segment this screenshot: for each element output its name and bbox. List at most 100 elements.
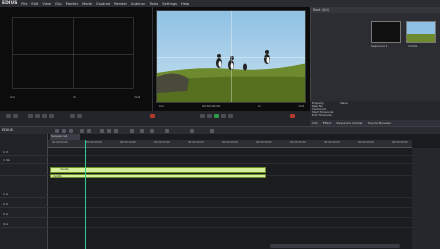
timeline-side-panel	[412, 148, 440, 249]
ruler-tick-label: 00:00:50;00	[392, 141, 408, 144]
snap-icon[interactable]	[190, 129, 194, 133]
recorder-out-label: Out	[298, 104, 304, 108]
render-button[interactable]	[290, 114, 295, 118]
track-label: 1 VA	[3, 157, 10, 162]
bin-title: Root (0/1)	[313, 8, 330, 12]
menu-edit[interactable]: Edit	[31, 2, 38, 6]
track-lane[interactable]	[48, 156, 412, 164]
ripple-icon[interactable]	[130, 129, 134, 133]
track-header[interactable]: 1 V	[0, 148, 48, 156]
recorder-cur-label: Cur	[159, 104, 165, 108]
timeline-horizontal-scrollbar[interactable]	[270, 244, 400, 248]
menu-capture[interactable]: Capture	[96, 2, 110, 6]
split-icon[interactable]	[150, 129, 154, 133]
track-header[interactable]: 1 A	[0, 190, 48, 198]
ruler-tick-label: 00:00:45;00	[358, 141, 374, 144]
play-button[interactable]	[214, 114, 219, 118]
copy-icon[interactable]	[107, 129, 111, 133]
recorder-timecodes: Cur 00:00:00;00 In Out	[159, 104, 304, 108]
menu-bar: EDIUS File Edit View Clip Marker Mode Ca…	[0, 0, 440, 7]
marker-icon[interactable]	[165, 129, 169, 133]
track-lane[interactable]	[48, 190, 412, 198]
player-out-label: Out	[134, 95, 140, 99]
menu-clip[interactable]: Clip	[55, 2, 62, 6]
set-out-button[interactable]	[13, 114, 18, 118]
track-label: 2 A	[3, 201, 8, 206]
menu-mode[interactable]: Mode	[82, 2, 92, 6]
stop-button[interactable]	[200, 114, 205, 118]
rewind-button[interactable]	[35, 114, 40, 118]
ruler-tick-label: 00:00:00;00	[52, 141, 68, 144]
open-icon[interactable]	[62, 129, 66, 133]
timeline-track-area[interactable]: mov0s mov0s	[48, 148, 412, 249]
ruler-tick-label: 00:00:25;00	[222, 141, 238, 144]
undo-icon[interactable]	[80, 129, 84, 133]
track-header[interactable]: 4 A	[0, 220, 48, 228]
bin-clip-thumbnail[interactable]	[406, 21, 436, 43]
track-header[interactable]: 1 VA	[0, 156, 48, 164]
bin-window: Root (0/1) Sequence 1 mov0s	[310, 7, 440, 101]
ruler-tick-label: 00:00:10;00	[120, 141, 136, 144]
prop-row: End Timecode	[310, 113, 440, 117]
set-in-button[interactable]	[6, 114, 11, 118]
razor-icon[interactable]	[140, 129, 144, 133]
zoom-icon[interactable]	[210, 129, 214, 133]
menu-file[interactable]: File	[21, 2, 27, 6]
track-lane[interactable]	[48, 148, 412, 156]
bin-clip-label: mov0s	[408, 44, 418, 48]
clip-name: mov0s	[60, 168, 69, 171]
track-headers: 1 V 1 VA 1 A 2 A 3 A 4 A	[0, 134, 48, 249]
save-icon[interactable]	[69, 129, 73, 133]
playback-controls	[0, 111, 310, 126]
tab-source-browser[interactable]: Source Browser	[368, 121, 391, 125]
menu-marker[interactable]: Marker	[66, 2, 78, 6]
paste-icon[interactable]	[114, 129, 118, 133]
tab-effect[interactable]: Effect	[323, 121, 332, 125]
timeline-toolbar: EDIUS	[0, 126, 440, 134]
timeline-clip-video[interactable]: mov0s	[50, 167, 266, 173]
redo-icon[interactable]	[87, 129, 91, 133]
track-header[interactable]: 3 A	[0, 210, 48, 218]
track-lane[interactable]	[48, 220, 412, 228]
timeline-ruler[interactable]: 00:00:00;00 00:00:05;00 00:00:10;00 00:00:1…	[48, 140, 412, 148]
stop-button[interactable]	[28, 114, 33, 118]
recorder-in-label: In	[258, 104, 261, 108]
prop-value: Value	[340, 100, 348, 105]
menu-help[interactable]: Help	[181, 2, 189, 6]
player-cur-label: Cur	[10, 95, 16, 99]
menu-render[interactable]: Render	[114, 2, 127, 6]
insert-button[interactable]	[70, 114, 75, 118]
timeline-playhead[interactable]	[85, 140, 86, 249]
bin-clip-thumbnail[interactable]	[371, 21, 401, 43]
recorder-monitor: Cur 00:00:00;00 In Out	[153, 7, 310, 111]
app-logo: EDIUS	[2, 1, 18, 6]
timeline-clip-audio[interactable]: mov0s	[50, 174, 266, 178]
tab-sequence-marker[interactable]: Sequence marker	[336, 121, 362, 125]
menu-view[interactable]: View	[42, 2, 51, 6]
step-back-button[interactable]	[207, 114, 212, 118]
track-lane[interactable]	[48, 200, 412, 208]
play-button[interactable]	[42, 114, 47, 118]
fast-forward-button[interactable]	[49, 114, 54, 118]
loop-button[interactable]	[228, 114, 233, 118]
record-marker-button[interactable]	[150, 114, 155, 118]
guide-line	[73, 18, 74, 88]
bin-clip-label: Sequence 1	[371, 44, 388, 48]
ruler-tick-label: 00:00:05;00	[86, 141, 102, 144]
overwrite-button[interactable]	[77, 114, 82, 118]
ruler-tick-label: 00:00:30;00	[256, 141, 272, 144]
new-sequence-icon[interactable]	[55, 129, 59, 133]
menu-autorun[interactable]: Autorun	[131, 2, 145, 6]
menu-tools[interactable]: Tools	[149, 2, 158, 6]
tab-info[interactable]: Info	[312, 121, 318, 125]
cut-icon[interactable]	[100, 129, 104, 133]
clip-name: mov0s	[53, 175, 62, 178]
step-forward-button[interactable]	[221, 114, 226, 118]
track-header[interactable]: 2 A	[0, 200, 48, 208]
ruler-tick-label: 00:00:20;00	[188, 141, 204, 144]
bin-header: Root (0/1)	[311, 7, 440, 13]
track-lane[interactable]	[48, 210, 412, 218]
timeline-project-name: EDIUS	[2, 128, 14, 132]
track-header[interactable]	[0, 166, 48, 176]
menu-settings[interactable]: Settings	[162, 2, 177, 6]
